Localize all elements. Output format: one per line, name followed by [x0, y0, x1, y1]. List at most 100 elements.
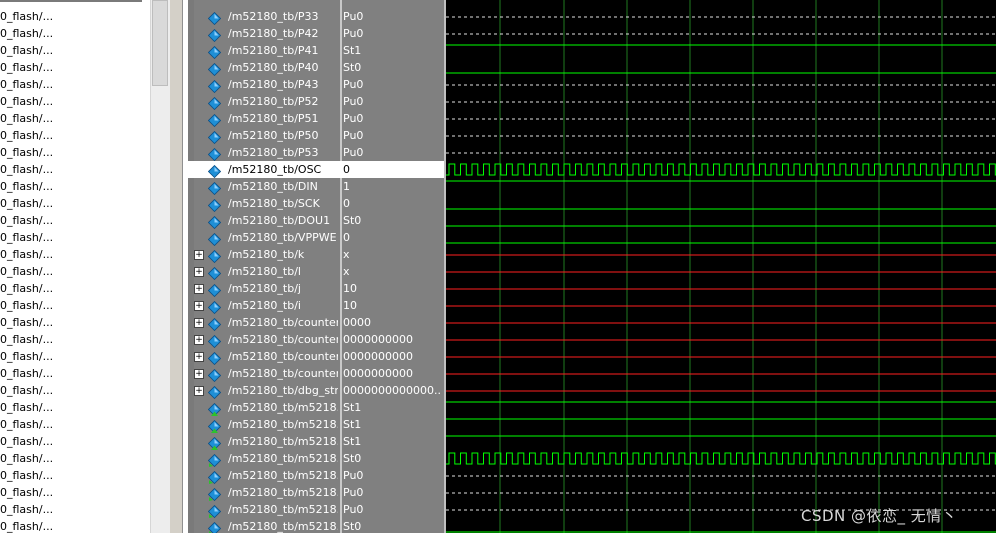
signal-diamond-icon	[207, 384, 222, 400]
signal-output-icon	[207, 418, 222, 434]
expand-plus-icon[interactable]: +	[194, 301, 204, 311]
signal-value: St0	[343, 520, 362, 533]
signal-row[interactable]: + /m52180_tb/counter3 0000000000	[188, 365, 444, 383]
signal-value: x	[343, 265, 350, 278]
file-list-item[interactable]: 0_flash/...	[0, 501, 53, 518]
file-list-item[interactable]: 0_flash/...	[0, 212, 53, 229]
signal-row[interactable]: /m52180_tb/m5218... Pu0	[188, 501, 444, 519]
signal-row[interactable]: /m52180_tb/P33 Pu0	[188, 8, 444, 26]
signal-inout-icon	[207, 503, 222, 519]
waveform-canvas[interactable]	[446, 0, 996, 533]
signal-row[interactable]: /m52180_tb/m5218... Pu0	[188, 467, 444, 485]
signal-name: /m52180_tb/P52	[228, 95, 319, 108]
signal-diamond-icon	[207, 265, 222, 281]
signal-row[interactable]: + /m52180_tb/i 10	[188, 297, 444, 315]
file-list-item[interactable]: 0_flash/...	[0, 25, 53, 42]
signal-diamond-icon	[207, 27, 222, 43]
signal-value: Pu0	[343, 112, 364, 125]
signal-diamond-icon	[207, 10, 222, 26]
signal-row[interactable]: /m52180_tb/DIN 1	[188, 178, 444, 196]
file-list-item[interactable]: 0_flash/...	[0, 382, 53, 399]
signal-value: 10	[343, 299, 357, 312]
file-list-item[interactable]: 0_flash/...	[0, 467, 53, 484]
file-list-item[interactable]: 0_flash/...	[0, 450, 53, 467]
file-list-item[interactable]: 0_flash/...	[0, 229, 53, 246]
signal-row[interactable]: + /m52180_tb/j 10	[188, 280, 444, 298]
file-list-item[interactable]: 0_flash/...	[0, 484, 53, 501]
signal-list-pane: /m52180_tb/P33 Pu0/m52180_tb/P42 Pu0/m5218…	[188, 0, 444, 533]
signal-name: /m52180_tb/P53	[228, 146, 319, 159]
signal-row[interactable]: /m52180_tb/m5218... St1	[188, 416, 444, 434]
signal-row[interactable]: /m52180_tb/P40 St0	[188, 59, 444, 77]
signal-row[interactable]: /m52180_tb/DOU1 St0	[188, 212, 444, 230]
signal-name: /m52180_tb/m5218...	[228, 486, 338, 499]
file-list-item[interactable]: 0_flash/...	[0, 110, 53, 127]
file-list-item[interactable]: 0_flash/...	[0, 8, 53, 25]
signal-name: /m52180_tb/j	[228, 282, 301, 295]
signal-row[interactable]: + /m52180_tb/l x	[188, 263, 444, 281]
file-list-item[interactable]: 0_flash/...	[0, 195, 53, 212]
signal-row[interactable]: /m52180_tb/P53 Pu0	[188, 144, 444, 162]
expand-plus-icon[interactable]: +	[194, 352, 204, 362]
signal-row[interactable]: + /m52180_tb/k x	[188, 246, 444, 264]
signal-row[interactable]: + /m52180_tb/counter5 0000000000	[188, 348, 444, 366]
file-list-item[interactable]: 0_flash/...	[0, 314, 53, 331]
file-list-item[interactable]: 0_flash/...	[0, 127, 53, 144]
signal-row[interactable]: + /m52180_tb/counter1 0000	[188, 314, 444, 332]
expand-plus-icon[interactable]: +	[194, 318, 204, 328]
signal-row[interactable]: /m52180_tb/P42 Pu0	[188, 25, 444, 43]
signal-name: /m52180_tb/counter2	[228, 333, 338, 346]
signal-output-icon	[207, 401, 222, 417]
file-list-item[interactable]: 0_flash/...	[0, 365, 53, 382]
signal-row[interactable]: /m52180_tb/SCK 0	[188, 195, 444, 213]
file-list-item[interactable]: 0_flash/...	[0, 178, 53, 195]
signal-row[interactable]: /m52180_tb/m5218... Pu0	[188, 484, 444, 502]
file-list-item[interactable]: 0_flash/...	[0, 518, 53, 533]
signal-name: /m52180_tb/SCK	[228, 197, 320, 210]
file-list-item[interactable]: 0_flash/...	[0, 331, 53, 348]
file-list-scrollbar-thumb[interactable]	[152, 0, 168, 86]
signal-inout-icon	[207, 452, 222, 468]
signal-row[interactable]: /m52180_tb/VPPWE 0	[188, 229, 444, 247]
file-list-item[interactable]: 0_flash/...	[0, 280, 53, 297]
signal-name: /m52180_tb/dbg_str	[228, 384, 338, 397]
file-list-item[interactable]: 0_flash/...	[0, 161, 53, 178]
file-list-item[interactable]: 0_flash/...	[0, 416, 53, 433]
signal-row[interactable]: /m52180_tb/P51 Pu0	[188, 110, 444, 128]
expand-plus-icon[interactable]: +	[194, 369, 204, 379]
expand-plus-icon[interactable]: +	[194, 386, 204, 396]
file-list-item[interactable]: 0_flash/...	[0, 348, 53, 365]
file-list-item[interactable]: 0_flash/...	[0, 297, 53, 314]
file-list-item[interactable]: 0_flash/...	[0, 144, 53, 161]
signal-row[interactable]: /m52180_tb/m5218... St1	[188, 399, 444, 417]
file-list-item[interactable]: 0_flash/...	[0, 433, 53, 450]
file-list-item[interactable]: 0_flash/...	[0, 59, 53, 76]
expand-plus-icon[interactable]: +	[194, 267, 204, 277]
clock-waveform	[446, 452, 996, 465]
pane-splitter[interactable]	[170, 0, 183, 533]
signal-row[interactable]: + /m52180_tb/counter2 0000000000	[188, 331, 444, 349]
signal-row[interactable]: /m52180_tb/m5218... St1	[188, 433, 444, 451]
signal-value: Pu0	[343, 469, 364, 482]
expand-plus-icon[interactable]: +	[194, 335, 204, 345]
signal-row[interactable]: + /m52180_tb/dbg_str 0000000000000...	[188, 382, 444, 400]
file-list-item[interactable]: 0_flash/...	[0, 399, 53, 416]
signal-row[interactable]: /m52180_tb/P43 Pu0	[188, 76, 444, 94]
file-list-item[interactable]: 0_flash/...	[0, 246, 53, 263]
expand-plus-icon[interactable]: +	[194, 250, 204, 260]
signal-value: Pu0	[343, 129, 364, 142]
signal-row[interactable]: /m52180_tb/m5218... St0	[188, 450, 444, 468]
signal-diamond-icon	[207, 197, 222, 213]
expand-plus-icon[interactable]: +	[194, 284, 204, 294]
signal-row[interactable]: /m52180_tb/OSC 0	[188, 161, 444, 179]
file-list-item[interactable]: 0_flash/...	[0, 42, 53, 59]
signal-row[interactable]: /m52180_tb/m5218... St0	[188, 518, 444, 533]
file-list-item[interactable]: 0_flash/...	[0, 263, 53, 280]
file-list-item[interactable]: 0_flash/...	[0, 93, 53, 110]
signal-diamond-icon	[207, 95, 222, 111]
signal-row[interactable]: /m52180_tb/P52 Pu0	[188, 93, 444, 111]
signal-row[interactable]: /m52180_tb/P41 St1	[188, 42, 444, 60]
file-list-item[interactable]: 0_flash/...	[0, 76, 53, 93]
signal-row[interactable]: /m52180_tb/P50 Pu0	[188, 127, 444, 145]
signal-value: 10	[343, 282, 357, 295]
